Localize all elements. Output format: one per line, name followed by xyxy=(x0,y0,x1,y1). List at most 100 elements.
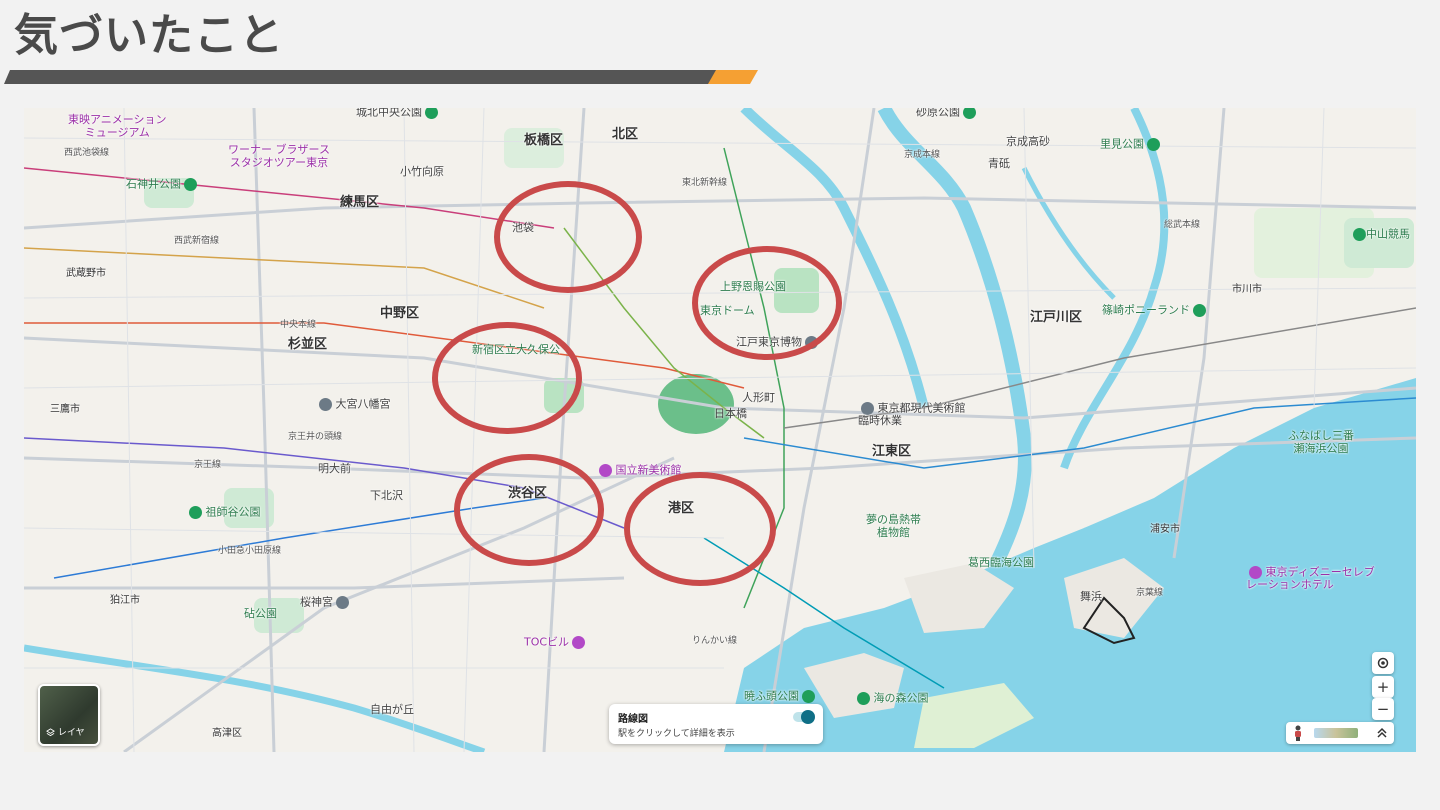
route-map-title: 路線図 xyxy=(618,714,648,725)
highlight-circle-ueno xyxy=(692,246,842,360)
place-soshigaya-park[interactable]: 祖師谷公園 xyxy=(186,506,261,519)
ward-label-kita: 北区 xyxy=(612,127,639,142)
rail-label-odakyu: 小田急小田原線 xyxy=(218,546,282,556)
place-sakura-jingu[interactable]: 桜神宮 xyxy=(300,596,349,609)
station-maihama[interactable]: 舞浜 xyxy=(1080,590,1102,604)
station-keisei-takasago[interactable]: 京成高砂 xyxy=(1006,135,1050,149)
station-nihonbashi[interactable]: 日本橋 xyxy=(714,407,747,421)
station-ningyocho[interactable]: 人形町 xyxy=(742,391,775,405)
layers-icon xyxy=(46,728,55,737)
rail-label-rinkai: りんかい線 xyxy=(692,636,738,646)
station-meidaimae[interactable]: 明大前 xyxy=(318,462,351,476)
city-label-musashino: 武蔵野市 xyxy=(66,268,106,279)
place-toei-animation-museum[interactable]: 東映アニメーション ミュージアム xyxy=(68,113,167,139)
place-shinozaki-pony-land[interactable]: 篠崎ポニーランド xyxy=(1102,304,1206,317)
highlight-circle-shinjuku xyxy=(432,322,582,434)
place-label: 祖師谷公園 xyxy=(205,505,261,519)
place-warner-studio-tour[interactable]: ワーナー ブラザース スタジオツアー東京 xyxy=(228,143,330,169)
place-funabashi-sanbanze-park[interactable]: ふなばし三番 瀬海浜公園 xyxy=(1288,429,1354,455)
place-label: 東京都現代美術館 臨時休業 xyxy=(858,401,966,428)
layer-button-label: レイヤ xyxy=(46,725,85,738)
park-pin-icon xyxy=(963,108,976,119)
slide-title: 気づいたこと xyxy=(14,10,284,61)
station-kotake-mukaihara[interactable]: 小竹向原 xyxy=(400,165,444,179)
rail-label-tohoku-shinkansen: 東北新幹線 xyxy=(682,178,728,188)
street-view-layer-strip[interactable] xyxy=(1286,722,1394,744)
ward-label-koto: 江東区 xyxy=(872,444,912,459)
park-pin-icon xyxy=(802,690,815,703)
rail-label-seibu-ikebukuro: 西武池袋線 xyxy=(64,148,110,158)
place-label: 桜神宮 xyxy=(300,595,333,609)
place-label: 城北中央公園 xyxy=(356,108,422,119)
rail-label-keisei: 京成本線 xyxy=(904,150,941,160)
route-map-toggle[interactable] xyxy=(793,710,815,724)
place-national-art-center[interactable]: 国立新美術館 xyxy=(596,464,682,477)
station-shimokitazawa[interactable]: 下北沢 xyxy=(370,489,403,503)
ward-label-edogawa: 江戸川区 xyxy=(1030,310,1083,325)
locate-icon xyxy=(1377,657,1389,669)
station-jiyugaoka[interactable]: 自由が丘 xyxy=(370,703,414,717)
park-pin-icon xyxy=(1353,228,1366,241)
map-view[interactable]: 板橋区 北区 練馬区 中野区 杉並区 渋谷区 港区 江東区 江戸川区 武蔵野市 … xyxy=(24,108,1416,752)
place-label: 篠崎ポニーランド xyxy=(1102,303,1190,317)
my-location-button[interactable] xyxy=(1372,652,1394,674)
rail-label-sobu: 総武本線 xyxy=(1164,220,1201,230)
building-pin-icon xyxy=(572,636,586,649)
toggle-knob xyxy=(801,710,815,724)
place-label: 中山競馬 xyxy=(1366,227,1410,241)
rail-label-keio-inokashira: 京王井の頭線 xyxy=(288,432,343,442)
layer-button-text: レイヤ xyxy=(57,728,85,738)
chevron-up-icon xyxy=(1377,727,1387,738)
park-pin-icon xyxy=(1147,138,1160,151)
park-pin-icon xyxy=(857,692,870,705)
place-label: 砂原公園 xyxy=(916,108,960,119)
shrine-pin-icon xyxy=(336,596,349,609)
place-kasai-rinkai-park[interactable]: 葛西臨海公園 xyxy=(968,556,1034,570)
route-map-subtitle: 駅をクリックして詳細を表示 xyxy=(618,729,735,739)
highlight-circle-shibuya xyxy=(454,454,604,566)
title-underline-bar xyxy=(4,70,758,84)
park-pin-icon xyxy=(425,108,438,119)
route-map-card[interactable]: 路線図 駅をクリックして詳細を表示 xyxy=(609,704,823,744)
park-pin-icon xyxy=(189,506,202,519)
place-label: 暁ふ頭公園 xyxy=(744,689,799,703)
city-label-mitaka: 三鷹市 xyxy=(50,404,80,415)
zoom-in-button[interactable]: + xyxy=(1372,676,1394,698)
zoom-out-button[interactable]: − xyxy=(1372,698,1394,720)
imagery-thumbnails[interactable] xyxy=(1314,728,1358,738)
museum-pin-icon xyxy=(599,464,612,477)
place-label: 国立新美術館 xyxy=(615,463,682,477)
highlight-circle-ikebukuro xyxy=(494,181,642,293)
place-kinuta-park[interactable]: 砧公園 xyxy=(244,607,277,621)
highlight-circle-minato xyxy=(624,472,776,586)
place-disney-celebration-hotel[interactable]: 東京ディズニーセレブ レーションホテル xyxy=(1246,566,1375,592)
place-label: 東京ディズニーセレブ レーションホテル xyxy=(1246,565,1375,592)
place-shakujii-park[interactable]: 石神井公園 xyxy=(126,178,197,191)
rail-label-keiyo: 京葉線 xyxy=(1136,588,1164,598)
ward-label-nerima: 練馬区 xyxy=(340,195,380,210)
place-akatsuki-futo-park[interactable]: 暁ふ頭公園 xyxy=(744,690,815,703)
park-pin-icon xyxy=(184,178,197,191)
ward-label-suginami: 杉並区 xyxy=(288,337,328,352)
place-label: 里見公園 xyxy=(1100,137,1144,151)
place-satomi-park[interactable]: 里見公園 xyxy=(1100,138,1160,151)
layer-button[interactable]: レイヤ xyxy=(38,684,100,746)
place-umi-no-mori-park[interactable]: 海の森公園 xyxy=(854,692,929,705)
place-johoku-park[interactable]: 城北中央公園 xyxy=(356,108,438,119)
place-nakayama-racecourse[interactable]: 中山競馬 xyxy=(1350,228,1410,241)
city-label-komae: 狛江市 xyxy=(110,595,140,606)
place-mot-museum[interactable]: 東京都現代美術館 臨時休業 xyxy=(858,402,966,428)
place-yumenoshima-tropical-greenhouse[interactable]: 夢の島熱帯 植物館 xyxy=(866,513,921,539)
ward-label-nakano: 中野区 xyxy=(380,306,420,321)
place-label: TOCビル xyxy=(524,635,570,649)
city-label-ichikawa: 市川市 xyxy=(1232,284,1262,295)
ward-label-itabashi: 板橋区 xyxy=(524,133,564,148)
place-sunahara-park[interactable]: 砂原公園 xyxy=(916,108,976,119)
rail-label-chuo: 中央本線 xyxy=(280,320,317,330)
ward-label-takatsu: 高津区 xyxy=(212,728,242,739)
place-omiya-hachimangu[interactable]: 大宮八幡宮 xyxy=(316,398,391,411)
place-toc-building[interactable]: TOCビル xyxy=(524,635,586,649)
park-pin-icon xyxy=(1193,304,1206,317)
station-aoto[interactable]: 青砥 xyxy=(988,157,1010,171)
map-base-layer xyxy=(24,108,1416,752)
